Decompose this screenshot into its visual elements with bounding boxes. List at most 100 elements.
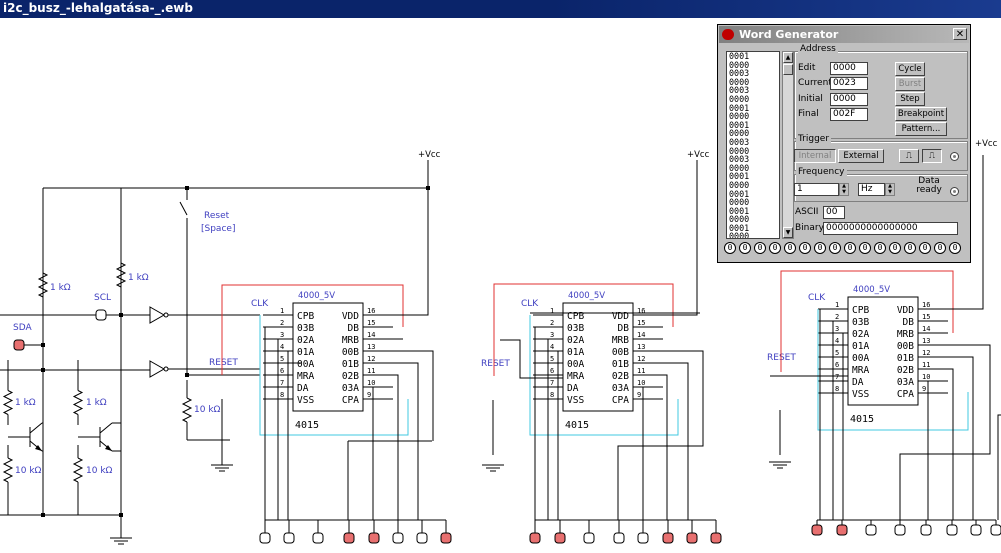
unit-spin-icon[interactable]: ▲ ▼: [885, 183, 895, 196]
probe-indicator: [613, 532, 625, 544]
pin-name: 03B: [852, 317, 869, 328]
pin-name: VSS: [567, 395, 584, 406]
bit-terminal[interactable]: 0: [949, 242, 961, 254]
probe-indicator: [710, 532, 722, 544]
resistor-1k: [115, 262, 127, 288]
chip-supply-label: 4000_5V: [568, 291, 605, 301]
pin-number: 2: [835, 313, 839, 321]
final-field[interactable]: 002F: [830, 108, 868, 121]
pin-number: 16: [367, 307, 375, 315]
frequency-field[interactable]: 1: [794, 183, 839, 196]
probe-indicator: [343, 532, 355, 544]
internal-trigger-button[interactable]: Internal: [794, 149, 836, 163]
chip-label: 4015: [850, 414, 874, 425]
falling-edge-icon[interactable]: ⎍: [922, 149, 942, 163]
bit-terminal[interactable]: 0: [934, 242, 946, 254]
pin-name: 03B: [297, 323, 314, 334]
word-list-scrollbar[interactable]: ▲ ▼: [782, 51, 794, 239]
pin-number: 7: [550, 379, 554, 387]
window-title: i2c_busz_-lehalgatása-_.ewb: [3, 1, 193, 15]
pin-number: 15: [922, 313, 930, 321]
bit-terminal[interactable]: 0: [739, 242, 751, 254]
bit-terminal[interactable]: 0: [784, 242, 796, 254]
binary-field[interactable]: 0000000000000000: [823, 222, 958, 235]
pin-number: 11: [922, 361, 930, 369]
pin-name: 02B: [897, 365, 914, 376]
step-button[interactable]: Step: [895, 92, 925, 106]
initial-field[interactable]: 0000: [830, 93, 868, 106]
cycle-button[interactable]: Cycle: [895, 62, 925, 76]
pin-name: 01A: [567, 347, 584, 358]
bit-terminal[interactable]: 0: [769, 242, 781, 254]
scroll-thumb[interactable]: [783, 64, 793, 75]
pin-name: 03A: [897, 377, 914, 388]
frequency-spin-icon[interactable]: ▲ ▼: [839, 183, 849, 196]
pin-number: 12: [637, 355, 645, 363]
resistor-10k: [181, 397, 193, 423]
bit-terminal[interactable]: 0: [859, 242, 871, 254]
bit-terminal[interactable]: 0: [829, 242, 841, 254]
external-trigger-button[interactable]: External: [838, 149, 884, 163]
bit-terminal[interactable]: 0: [874, 242, 886, 254]
bit-terminal[interactable]: 0: [814, 242, 826, 254]
probe-indicator: [920, 524, 932, 536]
bit-terminal[interactable]: 0: [754, 242, 766, 254]
frequency-unit-field[interactable]: Hz: [858, 183, 885, 196]
junction-dot: [426, 186, 430, 190]
transistor-icon: [29, 422, 43, 434]
pin-name: VDD: [897, 305, 914, 316]
burst-button[interactable]: Burst: [895, 77, 925, 91]
reset-label: RESET: [209, 358, 238, 368]
pin-name: CPB: [852, 305, 869, 316]
probe-indicator: [946, 524, 958, 536]
bit-terminal[interactable]: 0: [799, 242, 811, 254]
probe-indicator: [440, 532, 452, 544]
pin-name: 03A: [612, 383, 629, 394]
pin-number: 11: [367, 367, 375, 375]
bit-terminal[interactable]: 0: [919, 242, 931, 254]
close-icon[interactable]: ✕: [953, 28, 967, 40]
word-generator-title: Word Generator: [739, 28, 839, 41]
resistor-label: 1 kΩ: [15, 398, 36, 408]
resistor-1k: [2, 390, 14, 415]
pin-name: 00B: [612, 347, 629, 358]
bit-terminal[interactable]: 0: [844, 242, 856, 254]
probe-indicator: [970, 524, 982, 536]
scroll-down-icon[interactable]: ▼: [783, 227, 793, 238]
pin-name: DA: [567, 383, 579, 394]
data-ready-radio[interactable]: [950, 187, 959, 196]
pin-number: 11: [637, 367, 645, 375]
pin-name: 01B: [342, 359, 359, 370]
pin-name: DB: [618, 323, 630, 334]
ascii-field[interactable]: 00: [823, 206, 845, 219]
pin-number: 3: [280, 331, 284, 339]
chip-label: 4015: [295, 420, 319, 431]
word-list-item[interactable]: 0000: [729, 232, 779, 238]
probe-indicator: [583, 532, 595, 544]
pattern-button[interactable]: Pattern...: [895, 122, 947, 136]
pin-name: VSS: [297, 395, 314, 406]
trigger-radio[interactable]: [950, 152, 959, 161]
word-generator-window[interactable]: Word Generator ✕ 0001 0000 0003 0000 0003 000…: [717, 24, 971, 263]
scroll-up-icon[interactable]: ▲: [783, 52, 793, 63]
frequency-group-label: Frequency: [796, 167, 847, 177]
probe-indicator: [529, 532, 541, 544]
bit-terminal[interactable]: 0: [889, 242, 901, 254]
word-generator-title-bar[interactable]: Word Generator ✕: [719, 26, 969, 43]
pin-name: 01A: [297, 347, 314, 358]
rising-edge-icon[interactable]: ⎍: [899, 149, 919, 163]
resistor-label: 1 kΩ: [128, 273, 149, 283]
bit-terminal[interactable]: 0: [724, 242, 736, 254]
pin-name: 02A: [297, 335, 314, 346]
buffer-gate-icon: [149, 360, 166, 378]
resistor-label: 10 kΩ: [86, 466, 113, 476]
current-field[interactable]: 0023: [830, 77, 868, 90]
pin-name: MRB: [897, 329, 914, 340]
breakpoint-button[interactable]: Breakpoint: [895, 107, 947, 121]
edit-field[interactable]: 0000: [830, 62, 868, 75]
vcc-label: +Vcc: [975, 139, 998, 149]
probe-indicator: [416, 532, 428, 544]
bit-terminal[interactable]: 0: [904, 242, 916, 254]
probe-indicator: [990, 524, 1001, 536]
word-list[interactable]: 0001 0000 0003 0000 0003 0000 0001 0000 0001 0000…: [726, 51, 780, 239]
